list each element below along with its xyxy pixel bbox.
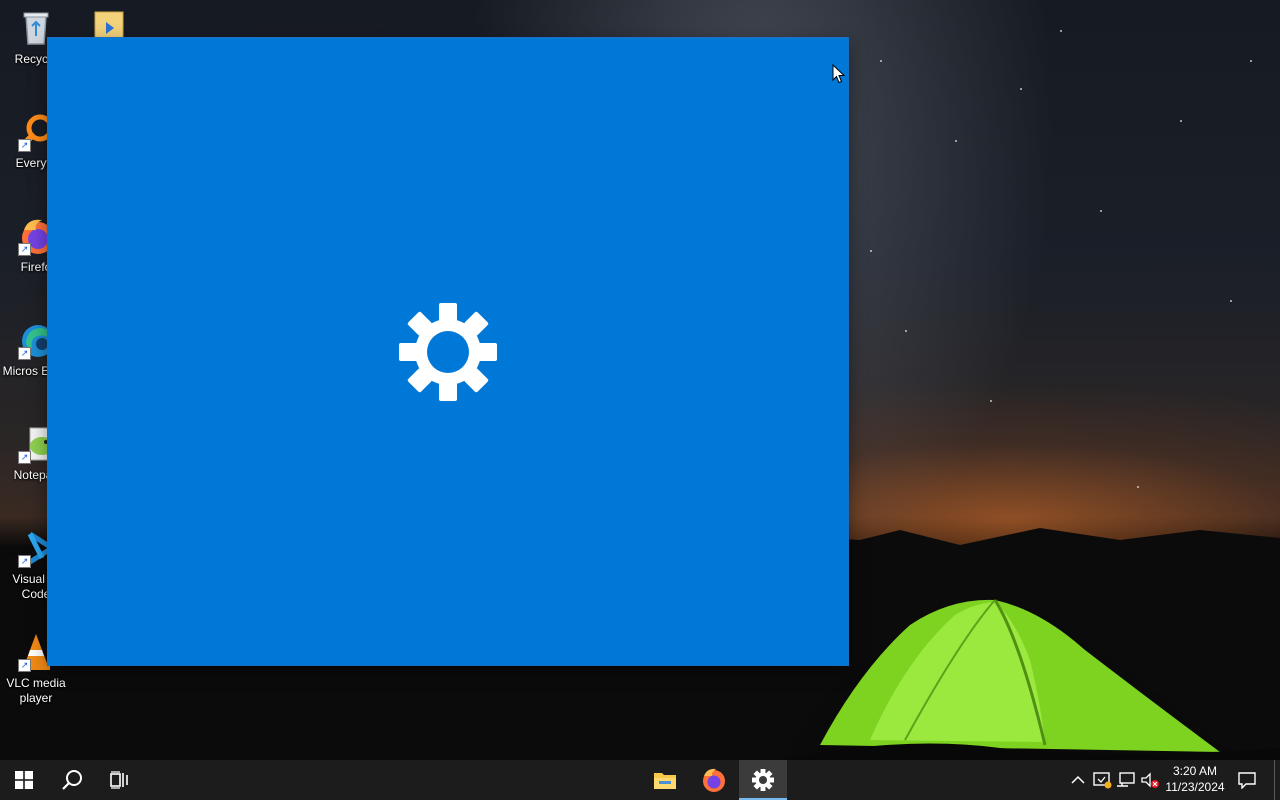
shortcut-arrow-icon: ↗ [18, 139, 31, 152]
shortcut-arrow-icon: ↗ [18, 555, 31, 568]
search-icon [62, 770, 82, 790]
chevron-up-icon [1071, 775, 1085, 784]
clock-date: 11/23/2024 [1165, 780, 1225, 794]
mouse-cursor-icon [832, 64, 846, 84]
taskbar-app-file-explorer[interactable] [641, 760, 689, 800]
clock-time: 3:20 AM [1172, 764, 1218, 778]
shortcut-arrow-icon: ↗ [18, 347, 31, 360]
taskbar: 3:20 AM 11/23/2024 [0, 760, 1280, 800]
tray-volume-button[interactable] [1140, 770, 1160, 790]
taskbar-clock[interactable]: 3:20 AM 11/23/2024 [1160, 763, 1230, 797]
windows-start-icon [15, 771, 33, 789]
taskbar-app-firefox[interactable] [690, 760, 738, 800]
tray-network-button[interactable] [1116, 770, 1136, 790]
tray-security-button[interactable] [1093, 770, 1113, 790]
network-icon [1117, 772, 1135, 787]
gear-icon [752, 769, 774, 791]
shortcut-arrow-icon: ↗ [18, 243, 31, 256]
settings-splash-window[interactable] [48, 38, 848, 665]
show-desktop-button[interactable] [1274, 760, 1280, 800]
show-hidden-icons-button[interactable] [1068, 770, 1088, 790]
firefox-icon [703, 768, 725, 792]
volume-muted-icon [1141, 772, 1159, 788]
taskbar-app-settings[interactable] [739, 760, 787, 800]
start-button[interactable] [0, 760, 48, 800]
file-explorer-icon [654, 773, 676, 789]
notification-icon [1238, 772, 1256, 789]
action-center-button[interactable] [1237, 770, 1257, 790]
shortcut-arrow-icon: ↗ [18, 659, 31, 672]
gear-icon [399, 303, 497, 401]
desktop-icon-label: VLC media player [6, 676, 66, 705]
search-button[interactable] [48, 760, 96, 800]
shortcut-arrow-icon: ↗ [18, 451, 31, 464]
task-view-button[interactable] [96, 760, 144, 800]
task-view-icon [110, 771, 128, 789]
security-alert-icon [1093, 772, 1112, 789]
